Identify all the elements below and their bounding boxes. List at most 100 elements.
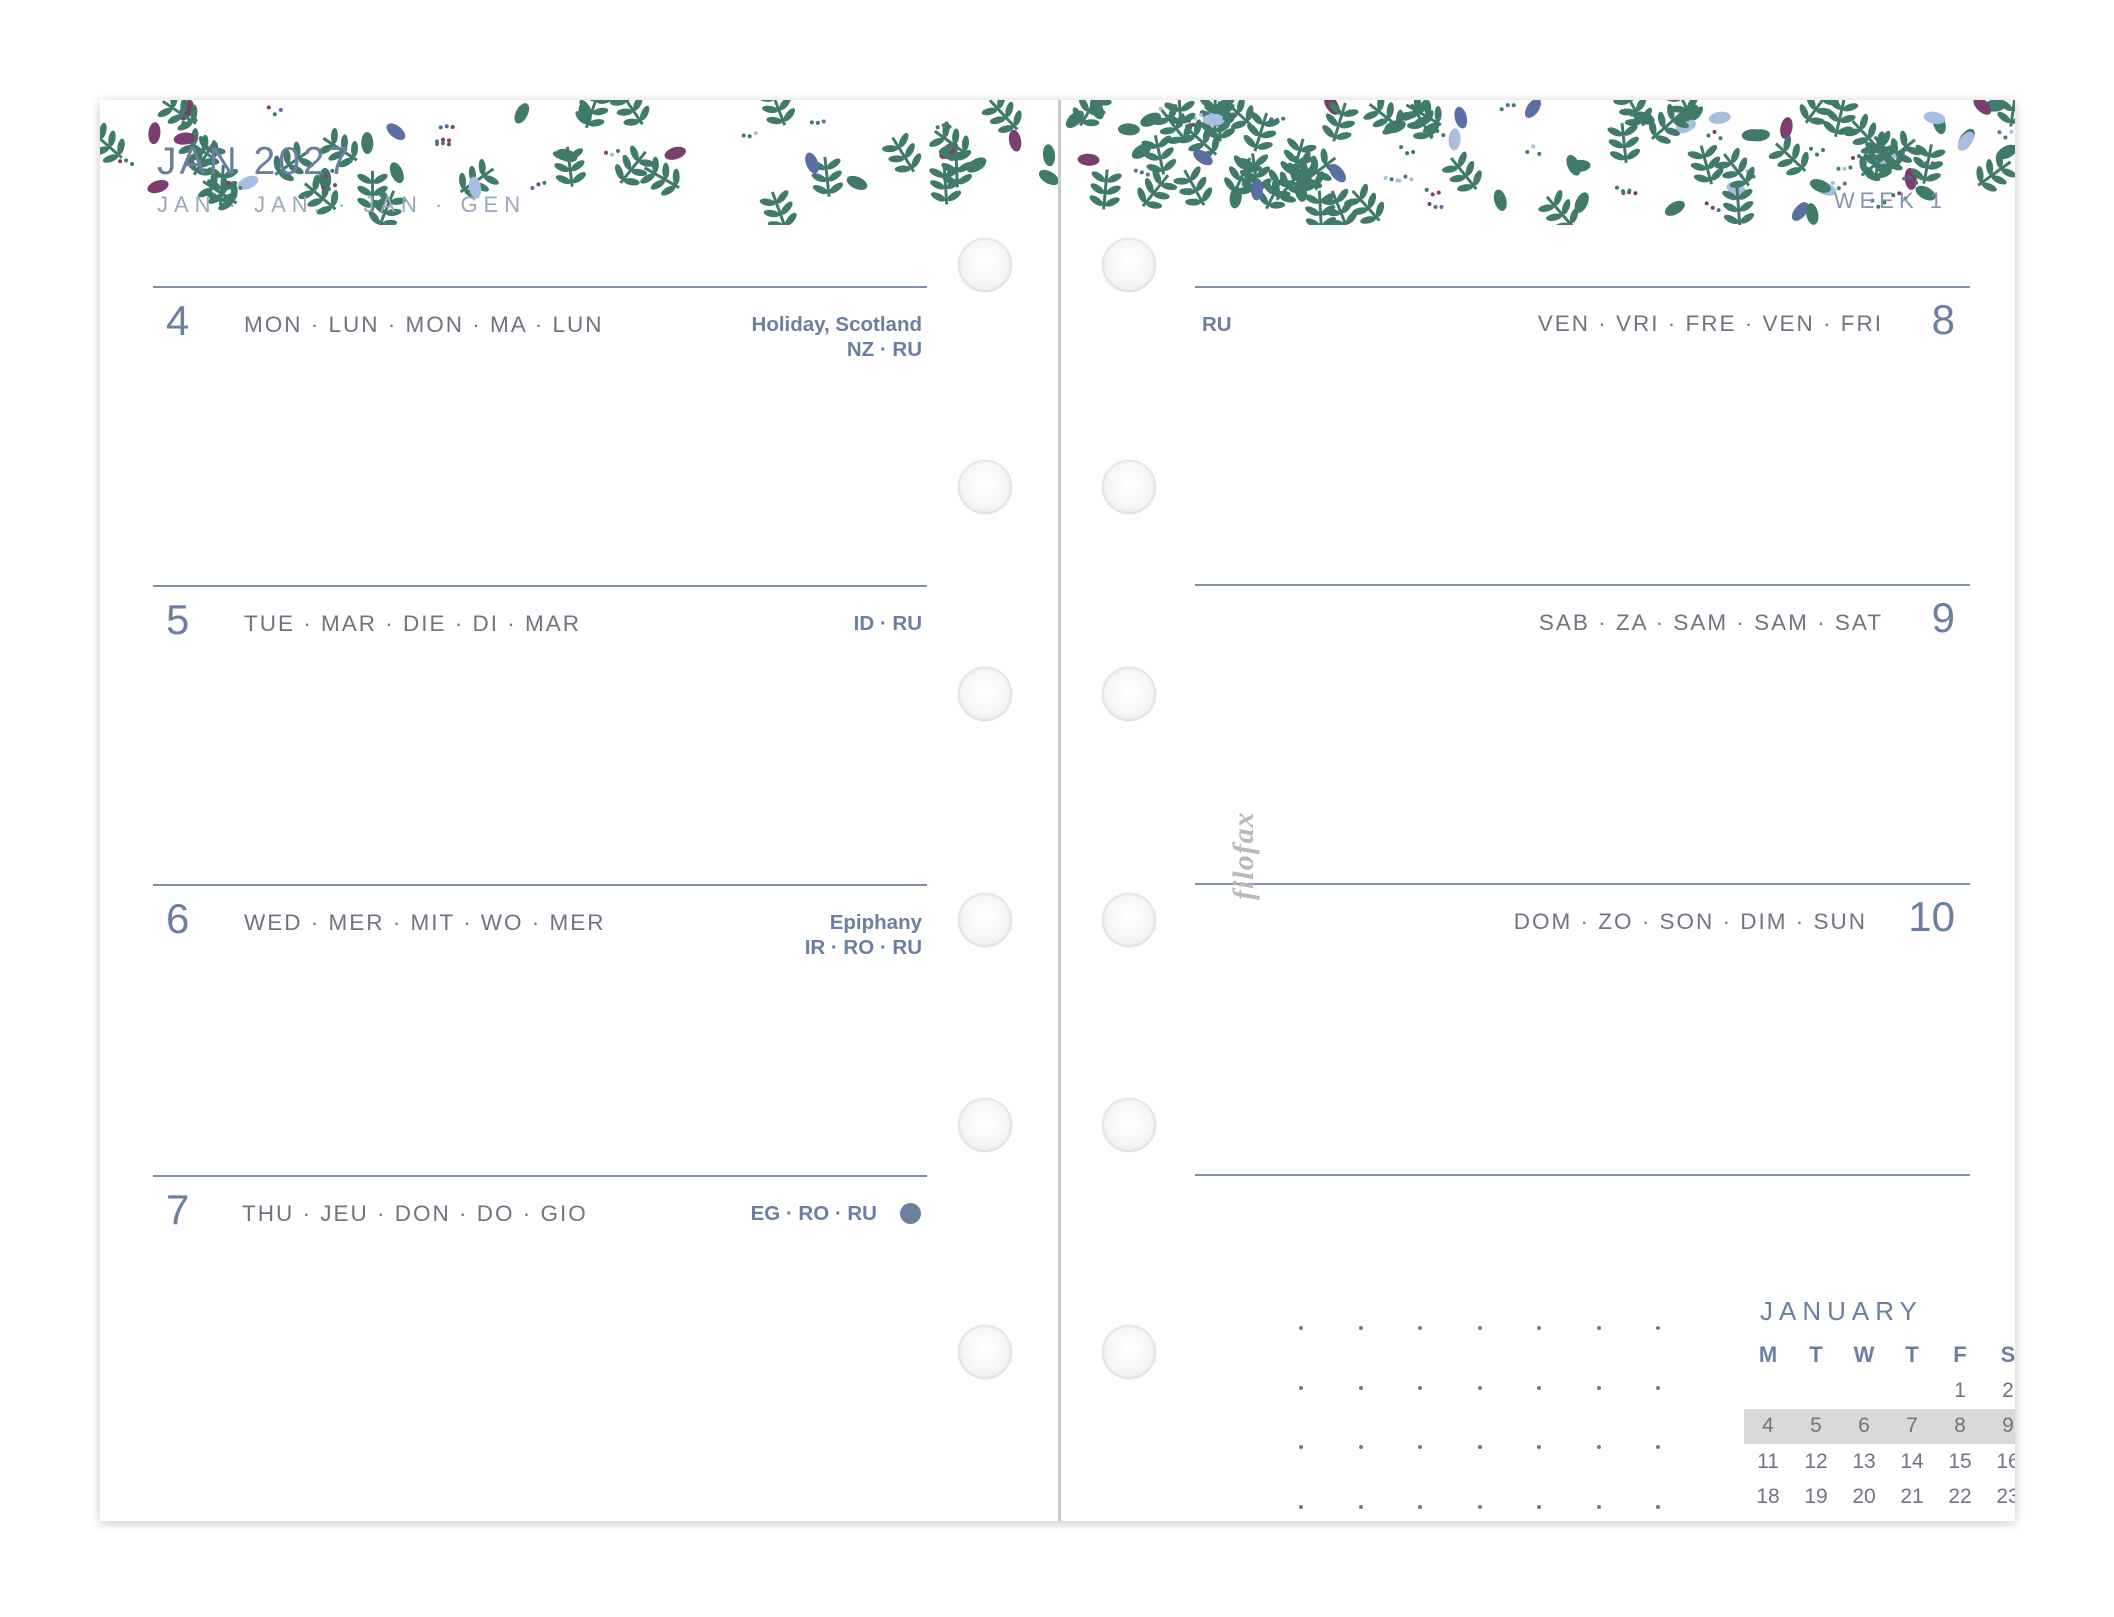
grid-dot	[1656, 1385, 1660, 1390]
calendar-day: 28	[1888, 1515, 1936, 1522]
binder-hole	[958, 667, 1012, 721]
speckle-dot	[941, 123, 946, 128]
calendar-day: 19	[1804, 1485, 1828, 1509]
speckle-dot	[118, 159, 123, 164]
speckle-dot	[446, 142, 451, 147]
speckle-dot	[1199, 112, 1203, 117]
weekday-label: W	[1853, 1342, 1875, 1367]
speckle-dot	[1133, 168, 1138, 173]
speckle-dot	[1830, 181, 1835, 186]
speckle-dot	[266, 105, 271, 110]
calendar-day: 16	[1996, 1449, 2015, 1473]
petal-icon	[1448, 128, 1461, 151]
day-rule	[153, 286, 927, 288]
speckle-dot	[1848, 165, 1853, 170]
speckle-dot	[124, 158, 129, 163]
speckle-dot	[130, 162, 135, 166]
speckle-dot	[1441, 133, 1446, 138]
calendar-week-row: 11 12 13 14 15 16 17	[1744, 1444, 2015, 1480]
binder-hole	[1102, 1098, 1156, 1152]
binder-hole	[958, 1098, 1012, 1152]
calendar-day	[1792, 1373, 1840, 1409]
speckle-dot	[542, 180, 547, 185]
full-moon-icon	[900, 1203, 921, 1224]
petal-icon	[361, 132, 374, 154]
speckle-dot	[1164, 103, 1169, 108]
calendar-day: 5	[1792, 1408, 1840, 1444]
speckle-dot	[1395, 178, 1400, 183]
grid-dot	[1299, 1385, 1303, 1390]
speckle-dot	[530, 186, 535, 190]
calendar-day: 13	[1852, 1449, 1876, 1473]
speckle-dot	[2003, 135, 2008, 140]
grid-dot	[1358, 1504, 1363, 1509]
speckle-dot	[450, 125, 455, 129]
day-number: 6	[166, 895, 190, 942]
holiday-block: Epiphany IR · RO · RU	[805, 910, 922, 960]
speckle-dot	[536, 182, 541, 187]
day-number: 9	[1931, 594, 1955, 641]
grid-dot	[1537, 1385, 1541, 1390]
speckle-dot	[747, 134, 752, 139]
sprig-icon	[981, 100, 1022, 133]
speckle-dot	[1191, 122, 1196, 127]
petal-icon	[1493, 189, 1507, 211]
speckle-dot	[441, 137, 445, 142]
calendar-day: 26	[1792, 1515, 1840, 1522]
petal-icon	[1664, 200, 1685, 216]
sprig-icon	[100, 122, 125, 163]
calendar-day: 22	[1948, 1485, 1972, 1509]
sprig-icon	[575, 100, 613, 129]
petal-icon	[1042, 144, 1056, 167]
binder-hole	[1102, 460, 1156, 514]
calendar-week-row: 1 2 3	[1744, 1373, 2015, 1409]
grid-dot	[1596, 1326, 1601, 1330]
speckle-dot	[1914, 180, 1919, 185]
speckle-dot	[438, 125, 443, 130]
binder-hole	[958, 1325, 1012, 1379]
weekday-label: S	[2000, 1342, 2015, 1367]
grid-dot	[1537, 1326, 1541, 1330]
day-of-week: THU · JEU · DON · DO · GIO	[242, 1201, 588, 1226]
speckle-dot	[1629, 112, 1634, 117]
grid-dot	[1477, 1504, 1482, 1509]
sprig-icon	[1137, 168, 1178, 209]
petal-icon	[1038, 169, 1058, 186]
speckle-dot	[1511, 103, 1516, 108]
speckle-dot	[1706, 133, 1711, 138]
calendar-day: 29	[1936, 1515, 1984, 1522]
day-of-week: VEN · VRI · FRE · VEN · FRI	[1537, 311, 1883, 336]
speckle-dot	[947, 124, 952, 129]
weekday-label: M	[1758, 1342, 1778, 1367]
speckle-dot	[1525, 150, 1530, 154]
sprig-icon	[609, 100, 650, 126]
calendar-day	[1840, 1373, 1888, 1409]
sprig-icon	[882, 132, 922, 173]
calendar-day: 9	[1984, 1408, 2015, 1444]
speckle-dot	[1842, 166, 1847, 171]
month-translations: JAN · JAN. · JAN · GEN	[157, 192, 527, 217]
sprig-icon	[757, 100, 795, 126]
sprig-icon	[1304, 190, 1336, 225]
speckle-dot	[1815, 152, 1819, 157]
day-of-week: WED · MER · MIT · WO · MER	[244, 910, 606, 935]
weekday-label: F	[1953, 1342, 1967, 1367]
speckle-dot	[935, 125, 940, 130]
speckle-dot	[1436, 190, 1441, 195]
speckle-dot	[1997, 130, 2002, 135]
calendar-day: 14	[1900, 1449, 1924, 1473]
calendar-day: 21	[1900, 1485, 1924, 1509]
calendar-day	[1888, 1373, 1936, 1409]
grid-dot	[1477, 1385, 1482, 1390]
speckle-dot	[1615, 185, 1619, 190]
speckle-dot	[1633, 191, 1638, 196]
speckle-dot	[435, 142, 439, 147]
page-spine	[1058, 100, 1061, 1521]
speckle-dot	[1799, 203, 1804, 207]
speckle-dot	[1139, 170, 1144, 175]
petal-icon	[1117, 123, 1140, 136]
speckle-dot	[187, 118, 192, 123]
speckle-dot	[238, 186, 243, 190]
day-number: 8	[1931, 296, 1955, 343]
speckle-dot	[272, 112, 277, 117]
